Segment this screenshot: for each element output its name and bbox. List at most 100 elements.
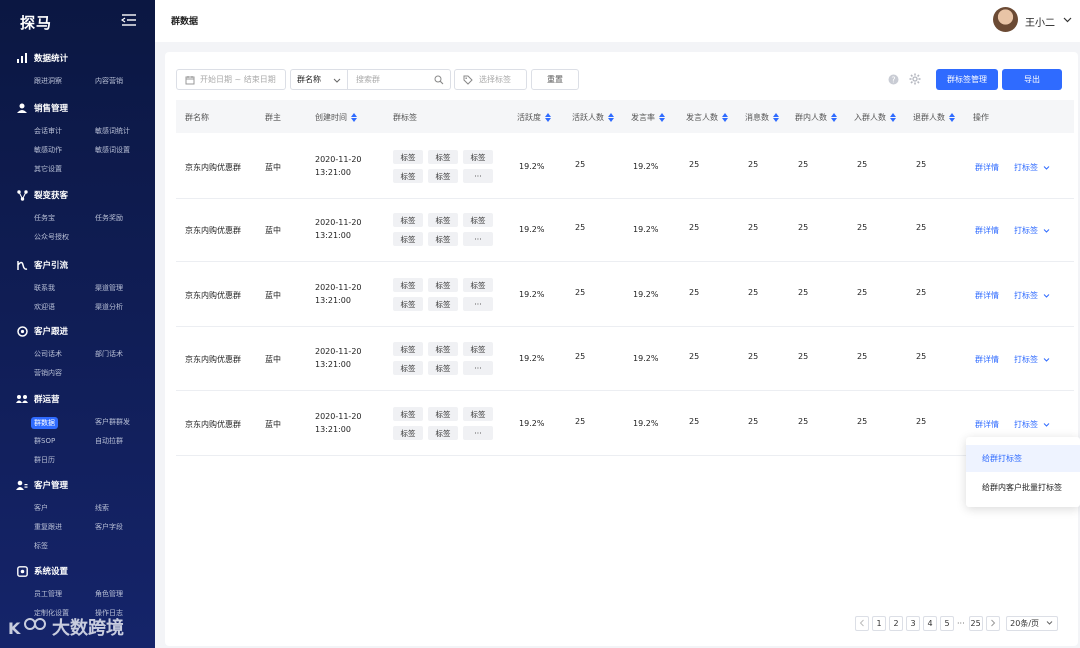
sidebar-item[interactable]: 重复跟进 [34,522,62,532]
sort-icon[interactable] [831,113,837,122]
sidebar-item[interactable]: 任务奖励 [95,213,123,223]
search-placeholder: 搜索群 [356,75,380,84]
avatar[interactable] [993,7,1018,32]
sort-icon[interactable] [722,113,728,122]
prev-page-button[interactable] [855,615,869,631]
page-button[interactable]: 1 [872,615,886,631]
sidebar-item[interactable]: 会话审计 [34,126,62,136]
sidebar-item[interactable]: 群数据 [31,417,58,429]
help-icon[interactable]: ? [888,74,899,85]
tag-action-link[interactable]: 打标签 [1014,354,1050,365]
sidebar-section-bar-chart[interactable]: 数据统计 [16,52,68,64]
tag-action-link[interactable]: 打标签 [1014,225,1050,236]
sort-icon[interactable] [773,113,779,122]
column-header-label: 发言人数 [686,113,718,122]
search-field-select[interactable]: 群名称 [290,69,348,90]
sidebar-item[interactable]: 渠道分析 [95,302,123,312]
sort-icon[interactable] [949,113,955,122]
page-size-select[interactable]: 20条/页 [1005,615,1058,631]
chevron-down-icon[interactable] [1063,15,1072,24]
next-page-button[interactable] [985,615,1000,631]
sidebar-item[interactable]: 联系我 [34,283,55,293]
sidebar-item[interactable]: 群日历 [34,455,55,465]
group-detail-link[interactable]: 群详情 [975,162,999,173]
sidebar-item[interactable]: 公司话术 [34,349,62,359]
page-button[interactable]: 4 [923,615,937,631]
gear-icon[interactable] [909,73,921,85]
column-header[interactable]: 群内人数 [795,112,837,123]
sidebar-item[interactable]: 线索 [95,503,109,513]
user-name[interactable]: 王小二 [1025,14,1055,29]
sidebar-section-share[interactable]: 裂变获客 [16,189,68,201]
group-detail-link[interactable]: 群详情 [975,225,999,236]
sidebar-item[interactable]: 欢迎语 [34,302,55,312]
group-detail-link[interactable]: 群详情 [975,290,999,301]
sidebar-item[interactable]: 角色管理 [95,589,123,599]
group-detail-link[interactable]: 群详情 [975,354,999,365]
sidebar-item[interactable]: 内容营销 [95,76,123,86]
search-input[interactable]: 搜索群 [347,69,451,90]
sidebar-item[interactable]: 标签 [34,541,48,551]
column-header[interactable]: 消息数 [745,112,779,123]
dropdown-item-tag-members[interactable]: 给群内客户批量打标签 [966,474,1080,501]
tag-action-link[interactable]: 打标签 [1014,162,1050,173]
date-range-picker[interactable]: 开始日期 ~ 结束日期 [176,69,286,90]
sort-icon[interactable] [545,113,551,122]
export-button[interactable]: 导出 [1002,69,1062,90]
cell-joined: 25 [857,160,868,169]
tag-select[interactable]: 选择标签 [454,69,527,90]
created-time: 13:21:00 [315,168,351,177]
sidebar-item[interactable]: 其它设置 [34,164,62,174]
tag-manage-button[interactable]: 群标签管理 [936,69,998,90]
column-header[interactable]: 创建时间 [315,112,357,123]
column-header[interactable]: 活跃人数 [572,112,614,123]
sidebar-item[interactable]: 客户字段 [95,522,123,532]
page-button[interactable]: 2 [889,615,903,631]
sidebar-item[interactable]: 敏感动作 [34,145,62,155]
sort-icon[interactable] [890,113,896,122]
sidebar-item[interactable]: 客户群群发 [95,417,130,427]
sidebar-item[interactable]: 公众号授权 [34,232,69,242]
group-detail-link[interactable]: 群详情 [975,419,999,430]
search-icon[interactable] [434,75,444,85]
sidebar-item[interactable]: 敏感词统计 [95,126,130,136]
reset-button[interactable]: 重置 [531,69,579,90]
group-tag: ··· [463,169,493,183]
sidebar-item[interactable]: 营销内容 [34,368,62,378]
group-owner: 蓝中 [265,291,281,300]
sidebar-section-title: 系统设置 [34,567,69,577]
sidebar-item[interactable]: 任务宝 [34,213,55,223]
sidebar-item[interactable]: 群SOP [34,436,55,446]
column-header[interactable]: 发言率 [631,112,665,123]
column-header[interactable]: 活跃度 [517,112,551,123]
sort-icon[interactable] [351,113,357,122]
sidebar-item[interactable]: 员工管理 [34,589,62,599]
sidebar-item[interactable]: 敏感词设置 [95,145,130,155]
sidebar-section-user-manage[interactable]: 客户管理 [16,479,68,491]
sort-icon[interactable] [608,113,614,122]
sidebar-item[interactable]: 自动拉群 [95,436,123,446]
column-header[interactable]: 退群人数 [913,112,955,123]
sidebar-item[interactable]: 跟进洞察 [34,76,62,86]
page-button[interactable]: 25 [968,615,983,631]
sidebar-section-person[interactable]: 销售管理 [16,102,68,114]
sort-icon[interactable] [659,113,665,122]
sidebar-section-group[interactable]: 群运营 [16,393,60,405]
dropdown-item-tag-group[interactable]: 给群打标签 [966,445,1080,472]
sidebar-section-settings[interactable]: 系统设置 [16,565,68,577]
chevron-down-icon [1043,292,1050,299]
tag-action-link[interactable]: 打标签 [1014,290,1050,301]
column-header[interactable]: 入群人数 [854,112,896,123]
top-bar: 群数据 王小二 [155,0,1080,42]
sidebar-item[interactable]: 部门话术 [95,349,123,359]
sidebar-section-funnel[interactable]: 客户引流 [16,259,68,271]
sidebar-section-compass[interactable]: 客户跟进 [16,325,68,337]
page-button[interactable]: 3 [906,615,920,631]
page-button[interactable]: 5 [940,615,954,631]
tag-action-link[interactable]: 打标签 [1014,419,1050,430]
sidebar-item[interactable]: 客户 [34,503,48,513]
column-header[interactable]: 发言人数 [686,112,728,123]
column-header-label: 群内人数 [795,113,827,122]
menu-collapse-icon[interactable] [121,13,137,27]
sidebar-item[interactable]: 渠道管理 [95,283,123,293]
